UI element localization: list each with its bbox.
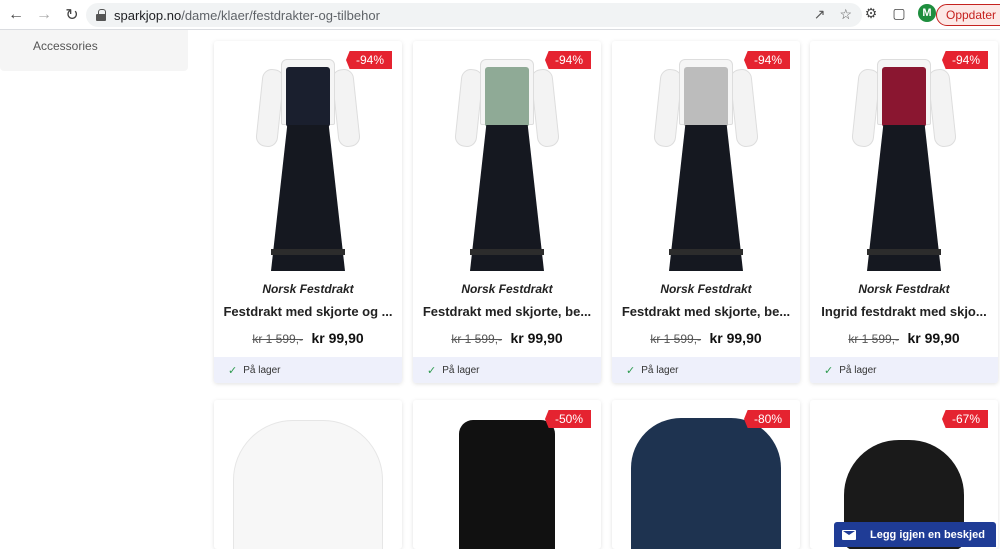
bookmark-star-icon[interactable]: ☆ [839,6,852,23]
discount-badge: -94% [345,51,392,69]
product-card[interactable] [214,400,402,549]
url-path: /dame/klaer/festdrakter-og-tilbehor [181,7,380,23]
extensions-puzzle-icon[interactable]: ⚙ [862,4,880,22]
side-panel-icon[interactable]: ▢ [890,4,908,22]
check-icon: ✓ [427,364,437,377]
url-host: sparkjop.no [114,7,182,23]
product-prices: kr 1 599,- kr 99,90 [413,330,601,348]
stock-status: ✓ På lager [810,357,998,383]
forward-icon[interactable]: → [32,3,56,27]
discount-badge: -94% [743,51,790,69]
stock-label: På lager [641,364,679,376]
product-image[interactable] [612,41,800,273]
product-title[interactable]: Festdrakt med skjorte og ... [222,304,394,319]
stock-status: ✓ På lager [612,357,800,383]
product-image[interactable] [214,41,402,273]
stock-label: På lager [839,364,877,376]
dress-illustration [452,53,562,273]
check-icon: ✓ [626,364,636,377]
chat-widget-button[interactable]: Legg igjen en beskjed [834,522,996,547]
back-icon[interactable]: ← [4,3,28,27]
discount-badge: -94% [941,51,988,69]
product-image[interactable] [214,400,402,549]
chat-label: Legg igjen en beskjed [870,528,985,541]
product-brand: Norsk Festdrakt [858,282,950,296]
dress-illustration [849,53,959,273]
discount-badge: -80% [743,410,790,428]
product-brand: Norsk Festdrakt [660,282,752,296]
old-price: kr 1 599,- [650,332,702,346]
discount-badge: -94% [544,51,591,69]
product-image[interactable] [413,41,601,273]
product-card[interactable]: -94% Norsk Festdrakt Festdrakt med skjor… [214,41,402,383]
browser-toolbar: ← → ↻ sparkjop.no/dame/klaer/festdrakter… [0,0,1000,30]
sale-price: kr 99,90 [311,330,364,346]
product-card[interactable]: -80% [612,400,800,549]
reload-icon[interactable]: ↻ [60,3,84,27]
check-icon: ✓ [228,364,238,377]
share-icon[interactable]: ↗ [814,6,826,23]
sale-price: kr 99,90 [510,330,563,346]
sidebar-item-accessories[interactable]: Accessories [33,39,98,53]
stock-label: På lager [243,364,281,376]
sale-price: kr 99,90 [907,330,960,346]
product-prices: kr 1 599,- kr 99,90 [214,330,402,348]
update-button[interactable]: Oppdater [936,4,1000,26]
product-brand: Norsk Festdrakt [262,282,354,296]
product-brand: Norsk Festdrakt [461,282,553,296]
sale-price: kr 99,90 [709,330,762,346]
mail-icon [842,529,856,540]
dress-illustration [651,53,761,273]
old-price: kr 1 599,- [451,332,503,346]
address-bar[interactable]: sparkjop.no/dame/klaer/festdrakter-og-ti… [86,3,862,27]
product-card[interactable]: -94% Norsk Festdrakt Ingrid festdrakt me… [810,41,998,383]
product-card[interactable]: -50% [413,400,601,549]
old-price: kr 1 599,- [848,332,900,346]
product-title[interactable]: Festdrakt med skjorte, be... [620,304,792,319]
profile-avatar[interactable]: M [918,4,936,22]
lock-icon[interactable] [96,9,106,21]
dress-illustration [253,53,363,273]
old-price: kr 1 599,- [252,332,304,346]
product-card[interactable]: -94% Norsk Festdrakt Festdrakt med skjor… [612,41,800,383]
discount-badge: -67% [941,410,988,428]
stock-status: ✓ På lager [214,357,402,383]
product-card[interactable]: -94% Norsk Festdrakt Festdrakt med skjor… [413,41,601,383]
check-icon: ✓ [824,364,834,377]
product-image[interactable] [810,41,998,273]
discount-badge: -50% [544,410,591,428]
stock-status: ✓ På lager [413,357,601,383]
product-prices: kr 1 599,- kr 99,90 [612,330,800,348]
category-sidebar: Accessories [0,30,188,71]
stock-label: På lager [442,364,480,376]
product-title[interactable]: Ingrid festdrakt med skjo... [818,304,990,319]
product-prices: kr 1 599,- kr 99,90 [810,330,998,348]
product-title[interactable]: Festdrakt med skjorte, be... [421,304,593,319]
